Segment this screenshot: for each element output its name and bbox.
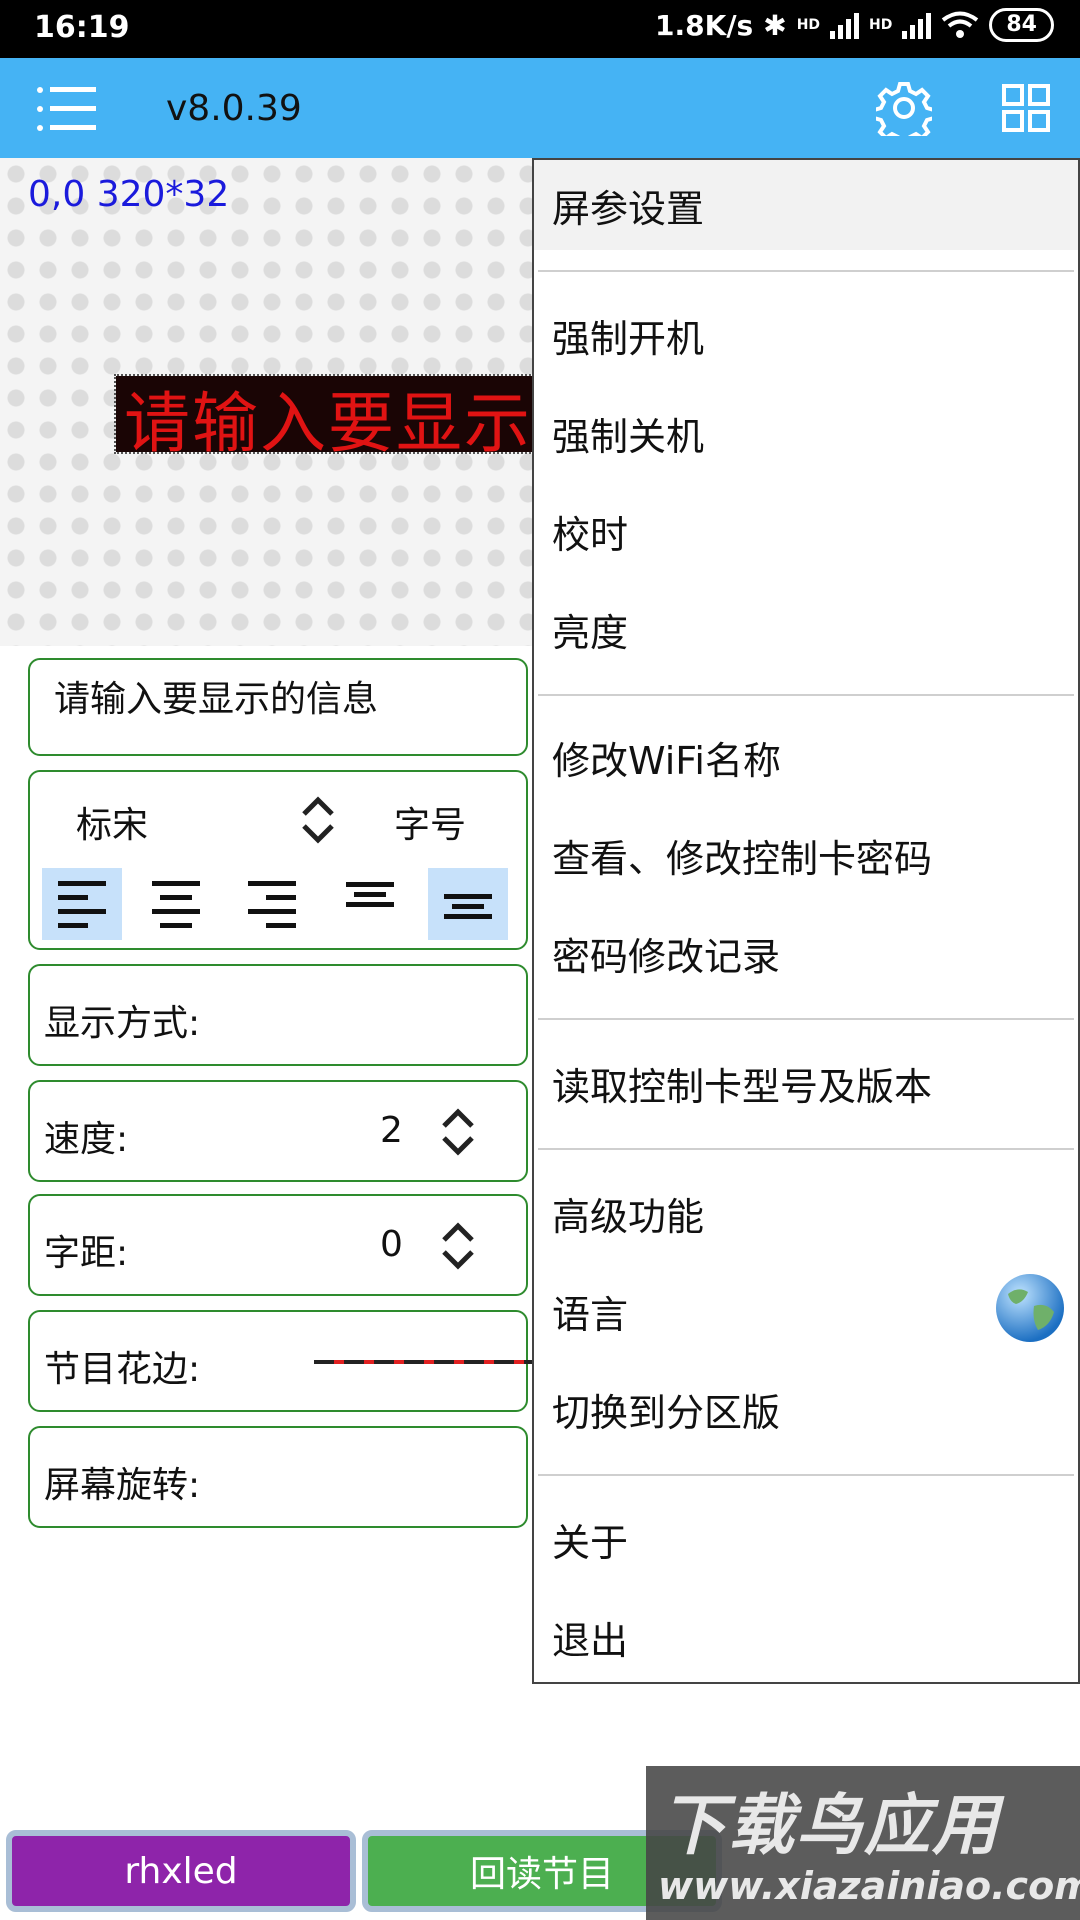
valign-top-button[interactable] [330,858,410,930]
watermark: 下载鸟应用 www.xiazainiao.com [646,1766,1080,1920]
menu-item-screen-params[interactable]: 屏参设置 [534,160,1078,250]
watermark-title: 下载鸟应用 [660,1787,1000,1864]
signal-icon-2 [902,11,932,39]
menu-item-force-off[interactable]: 强制关机 [534,388,1078,478]
status-bar: 16:19 1.8K/s ✱ HD HD 84 [0,0,1080,58]
menu-item-card-password[interactable]: 查看、修改控制卡密码 [534,810,1078,900]
menu-item-advanced[interactable]: 高级功能 [534,1168,1078,1258]
align-left-button[interactable] [42,868,122,940]
spacing-card: 字距: 0 [28,1194,528,1296]
menu-item-password-history[interactable]: 密码修改记录 [534,908,1078,998]
app-bar: v8.0.39 [0,58,1080,158]
menu-divider [538,1018,1074,1020]
speed-card: 速度: 2 [28,1080,528,1182]
menu-item-force-on[interactable]: 强制开机 [534,290,1078,380]
menu-item-exit[interactable]: 退出 [534,1592,1078,1682]
font-name-select[interactable]: 标宋 [76,796,148,848]
menu-item-switch-partition[interactable]: 切换到分区版 [534,1364,1078,1454]
menu-item-about[interactable]: 关于 [534,1494,1078,1584]
signal-icon-1 [830,11,860,39]
speed-stepper-icon[interactable] [438,1108,478,1156]
menu-divider [538,270,1074,272]
bluetooth-icon: ✱ [763,8,787,42]
battery-badge: 84 [989,8,1054,42]
gear-icon[interactable] [872,80,936,146]
valign-middle-icon [444,894,492,919]
valign-middle-button[interactable] [428,868,508,940]
spacing-stepper-icon[interactable] [438,1222,478,1270]
speed-label: 速度: [44,1119,129,1160]
network-hd-label-1: HD [796,17,821,33]
app-version: v8.0.39 [166,88,302,129]
align-center-icon [152,881,200,928]
spacing-value: 0 [380,1224,403,1265]
border-preview-line [314,1360,534,1364]
grid-view-icon[interactable] [1002,84,1050,132]
align-right-icon [248,881,296,928]
rotation-card[interactable]: 屏幕旋转: [28,1426,528,1528]
menu-divider [538,1474,1074,1476]
speed-value: 2 [380,1110,403,1151]
display-mode-label: 显示方式: [44,1003,201,1044]
border-card[interactable]: 节目花边: [28,1310,534,1412]
message-input-card[interactable]: 请输入要显示的信息 [28,658,528,756]
menu-icon[interactable] [36,86,98,132]
border-label: 节目花边: [44,1349,201,1390]
device-name-button[interactable]: rhxled [6,1830,356,1912]
menu-item-wifi-name[interactable]: 修改WiFi名称 [534,712,1078,802]
preview-coords: 0,0 320*32 [28,174,230,215]
spacing-label: 字距: [44,1233,129,1274]
font-size-label[interactable]: 字号 [394,796,466,848]
status-right: 1.8K/s ✱ HD HD 84 [655,8,1054,42]
display-mode-card[interactable]: 显示方式: [28,964,528,1066]
watermark-url: www.xiazainiao.com [658,1864,1080,1908]
led-text-strip[interactable]: 请输入要显示的信息 [114,374,538,454]
align-left-icon [58,881,106,928]
align-right-button[interactable] [232,868,312,940]
status-time: 16:19 [34,10,130,45]
globe-icon [996,1274,1064,1342]
menu-divider [538,1148,1074,1150]
rotation-label: 屏幕旋转: [44,1465,201,1506]
wifi-icon [942,11,979,38]
font-settings-card: 标宋 字号 [28,770,528,950]
menu-item-brightness[interactable]: 亮度 [534,584,1078,674]
valign-top-icon [346,882,394,907]
menu-item-language[interactable]: 语言 [534,1266,1078,1356]
network-hd-label-2: HD [869,17,893,33]
options-menu: 屏参设置 强制开机 强制关机 校时 亮度 修改WiFi名称 查看、修改控制卡密码… [532,158,1080,1684]
menu-divider [538,694,1074,696]
net-speed: 1.8K/s [655,8,754,42]
menu-item-sync-time[interactable]: 校时 [534,486,1078,576]
menu-item-read-card-version[interactable]: 读取控制卡型号及版本 [534,1038,1078,1128]
font-chevron-icon[interactable] [298,796,338,844]
message-input[interactable]: 请输入要显示的信息 [54,670,378,722]
align-center-button[interactable] [136,868,216,940]
led-text: 请输入要显示的信息 [124,385,536,452]
